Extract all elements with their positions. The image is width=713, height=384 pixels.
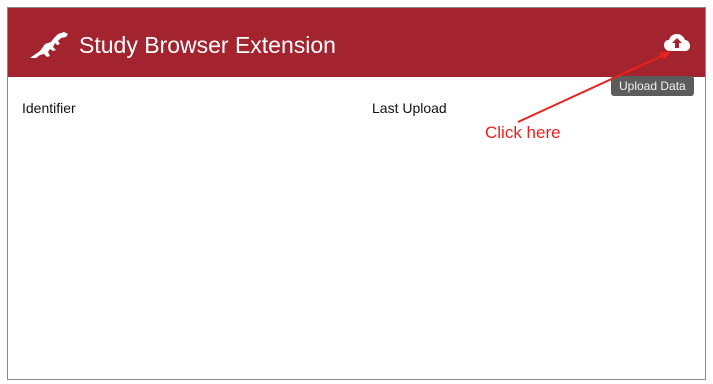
column-header-identifier: Identifier: [22, 100, 76, 116]
upload-table-body: [8, 126, 705, 376]
dinosaur-logo-icon: [30, 32, 68, 58]
column-header-last-upload: Last Upload: [372, 100, 447, 116]
annotation-click-here: Click here: [485, 123, 561, 142]
extension-popup: Study Browser Extension Upload Data Iden…: [7, 7, 706, 380]
app-header: Study Browser Extension: [8, 8, 705, 77]
app-title: Study Browser Extension: [79, 32, 336, 58]
cloud-upload-icon[interactable]: [663, 31, 691, 55]
upload-data-tooltip: Upload Data: [611, 76, 694, 96]
